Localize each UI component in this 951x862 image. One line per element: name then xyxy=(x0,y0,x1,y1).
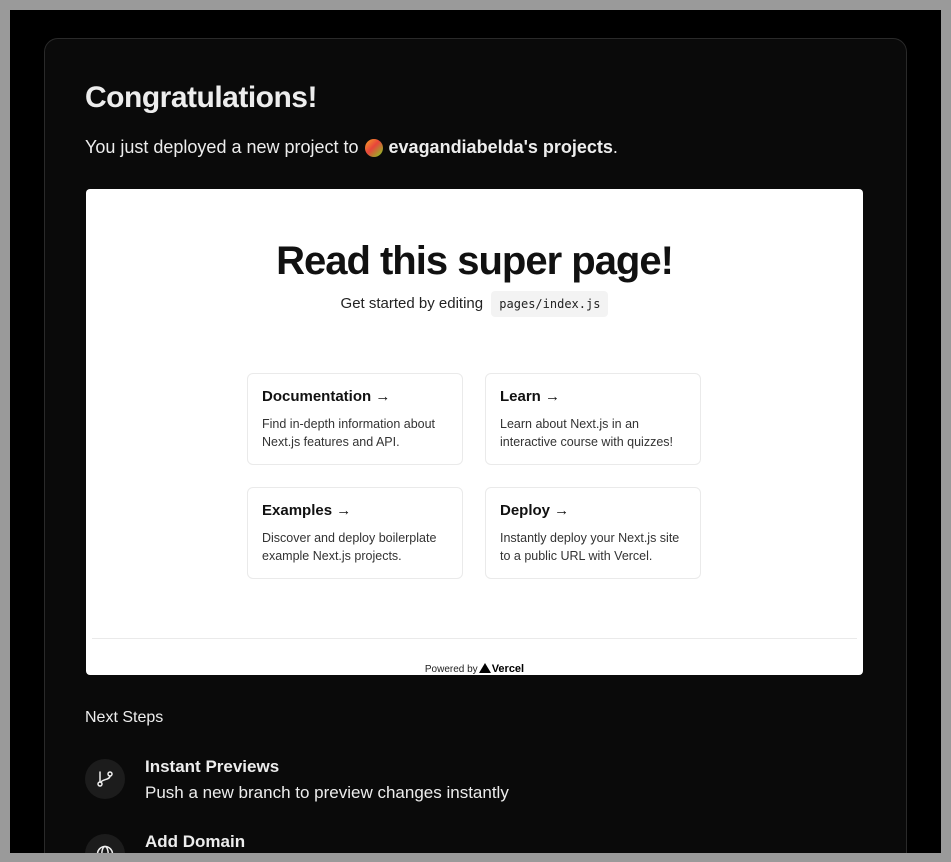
deploy-subtitle: You just deployed a new project to evaga… xyxy=(85,137,618,158)
vercel-wordmark: Vercel xyxy=(491,663,525,675)
deploy-card-title: Deploy → xyxy=(500,502,570,519)
subtitle-suffix: . xyxy=(612,137,618,157)
step-title: Add Domain xyxy=(145,832,246,851)
chevron-right-icon: › xyxy=(866,852,873,853)
deployment-preview[interactable]: Read this super page! Get started by edi… xyxy=(86,189,863,675)
step-description: Push a new branch to preview changes ins… xyxy=(145,783,509,802)
page-title: Congratulations! xyxy=(85,81,318,114)
learn-card-text: Learn about Next.js in an interactive co… xyxy=(500,417,673,449)
learn-card[interactable]: Learn → Learn about Next.js in an intera… xyxy=(485,373,701,465)
docs-card[interactable]: Documentation → Find in-depth informatio… xyxy=(247,373,463,465)
docs-card-text: Find in-depth information about Next.js … xyxy=(262,417,436,449)
powered-by-text: Powered by xyxy=(424,664,478,675)
subtitle-prefix: You just deployed a new project to xyxy=(85,137,359,157)
next-steps-heading: Next Steps xyxy=(85,709,164,726)
learn-card-title: Learn → xyxy=(500,388,561,405)
docs-card-title: Documentation → xyxy=(262,388,391,405)
step-add-domain[interactable]: Add Domain › xyxy=(85,832,873,853)
examples-card[interactable]: Examples → Discover and deploy boilerpla… xyxy=(247,487,463,579)
preview-title: Read this super page! xyxy=(276,239,674,283)
powered-by-link[interactable]: Powered by Vercel xyxy=(92,663,857,675)
team-avatar xyxy=(364,138,383,157)
step-title: Instant Previews xyxy=(145,757,280,776)
deploy-card[interactable]: Deploy → Instantly deploy your Next.js s… xyxy=(485,487,701,579)
vercel-logo-icon xyxy=(478,663,491,673)
preview-footer: Powered by Vercel xyxy=(92,638,857,675)
deploy-card-text: Instantly deploy your Next.js site to a … xyxy=(500,531,680,563)
team-name[interactable]: evagandiabelda's projects xyxy=(389,137,613,158)
preview-description: Get started by editing pages/index.js xyxy=(86,291,863,317)
preview-code: pages/index.js xyxy=(491,291,609,317)
examples-card-text: Discover and deploy boilerplate example … xyxy=(262,531,437,563)
git-branch-icon xyxy=(85,759,125,799)
step-instant-previews[interactable]: Instant Previews Push a new branch to pr… xyxy=(85,757,865,809)
globe-icon xyxy=(85,834,125,853)
preview-description-text: Get started by editing xyxy=(340,295,484,312)
examples-card-title: Examples → xyxy=(262,502,352,519)
screen: Congratulations! You just deployed a new… xyxy=(10,10,941,853)
deployment-card: Congratulations! You just deployed a new… xyxy=(44,38,907,853)
